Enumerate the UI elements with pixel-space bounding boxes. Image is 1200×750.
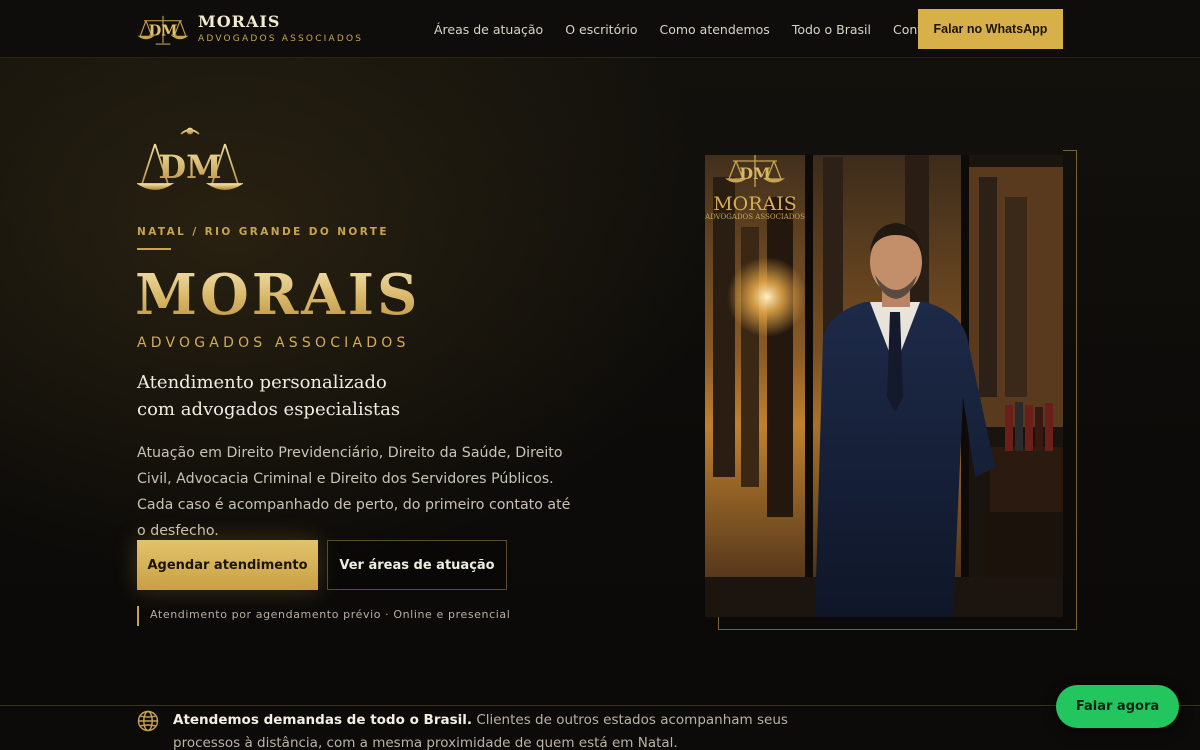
appointment-note: Atendimento por agendamento prévio · Onl… — [150, 608, 511, 621]
brand-name: MORAIS — [198, 12, 281, 31]
view-practice-areas-button[interactable]: Ver áreas de atuação — [327, 540, 507, 590]
brand[interactable]: MORAIS ADVOGADOS ASSOCIADOS — [198, 12, 363, 44]
whatsapp-cta-button[interactable]: Falar no WhatsApp — [918, 9, 1063, 49]
svg-text:DM: DM — [158, 148, 221, 186]
nav-link-escritorio[interactable]: O escritório — [565, 22, 637, 37]
floating-talk-now-button[interactable]: Falar agora — [1056, 685, 1179, 728]
photo-logo-subtext: ADVOGADOS ASSOCIADOS — [705, 213, 805, 221]
globe-icon — [137, 710, 159, 732]
top-navigation: DM MORAIS ADVOGADOS ASSOCIADOS Áreas de … — [0, 0, 1200, 58]
hero-tagline: Atendimento personalizado com advogados … — [137, 369, 457, 423]
scales-monogram-logo-icon: DM — [137, 127, 243, 197]
brand-subtitle: ADVOGADOS ASSOCIADOS — [198, 34, 364, 44]
nav-link-todo-brasil[interactable]: Todo o Brasil — [792, 22, 871, 37]
hero-title: MORAIS — [135, 262, 421, 328]
hero-description: Atuação em Direito Previdenciário, Direi… — [137, 445, 571, 539]
location-eyebrow: NATAL / RIO GRANDE DO NORTE — [137, 226, 389, 238]
nationwide-bold: Atendemos demandas de todo o Brasil. — [173, 712, 473, 728]
schedule-appointment-button[interactable]: Agendar atendimento — [137, 540, 318, 590]
note-accent-bar — [137, 606, 139, 626]
lawyer-photo: DM MORAIS ADVOGADOS ASSOCIADOS — [705, 137, 1063, 617]
scales-logo-icon[interactable]: DM — [136, 11, 190, 47]
nav-links: Áreas de atuação O escritório Como atend… — [434, 0, 942, 58]
nav-link-areas[interactable]: Áreas de atuação — [434, 22, 543, 37]
eyebrow-divider — [137, 248, 171, 250]
hero-subtitle: ADVOGADOS ASSOCIADOS — [137, 335, 410, 351]
svg-text:DM: DM — [149, 22, 178, 39]
photo-logo-text: MORAIS — [713, 193, 797, 215]
tagline-line-2: com advogados especialistas — [137, 399, 401, 420]
lawyer-photo-illustration: DM MORAIS ADVOGADOS ASSOCIADOS — [705, 137, 1063, 617]
svg-text:DM: DM — [739, 164, 771, 183]
nav-link-como-atendemos[interactable]: Como atendemos — [660, 22, 770, 37]
nationwide-text: Atendemos demandas de todo o Brasil. Cli… — [173, 709, 813, 750]
tagline-line-1: Atendimento personalizado — [137, 372, 387, 393]
